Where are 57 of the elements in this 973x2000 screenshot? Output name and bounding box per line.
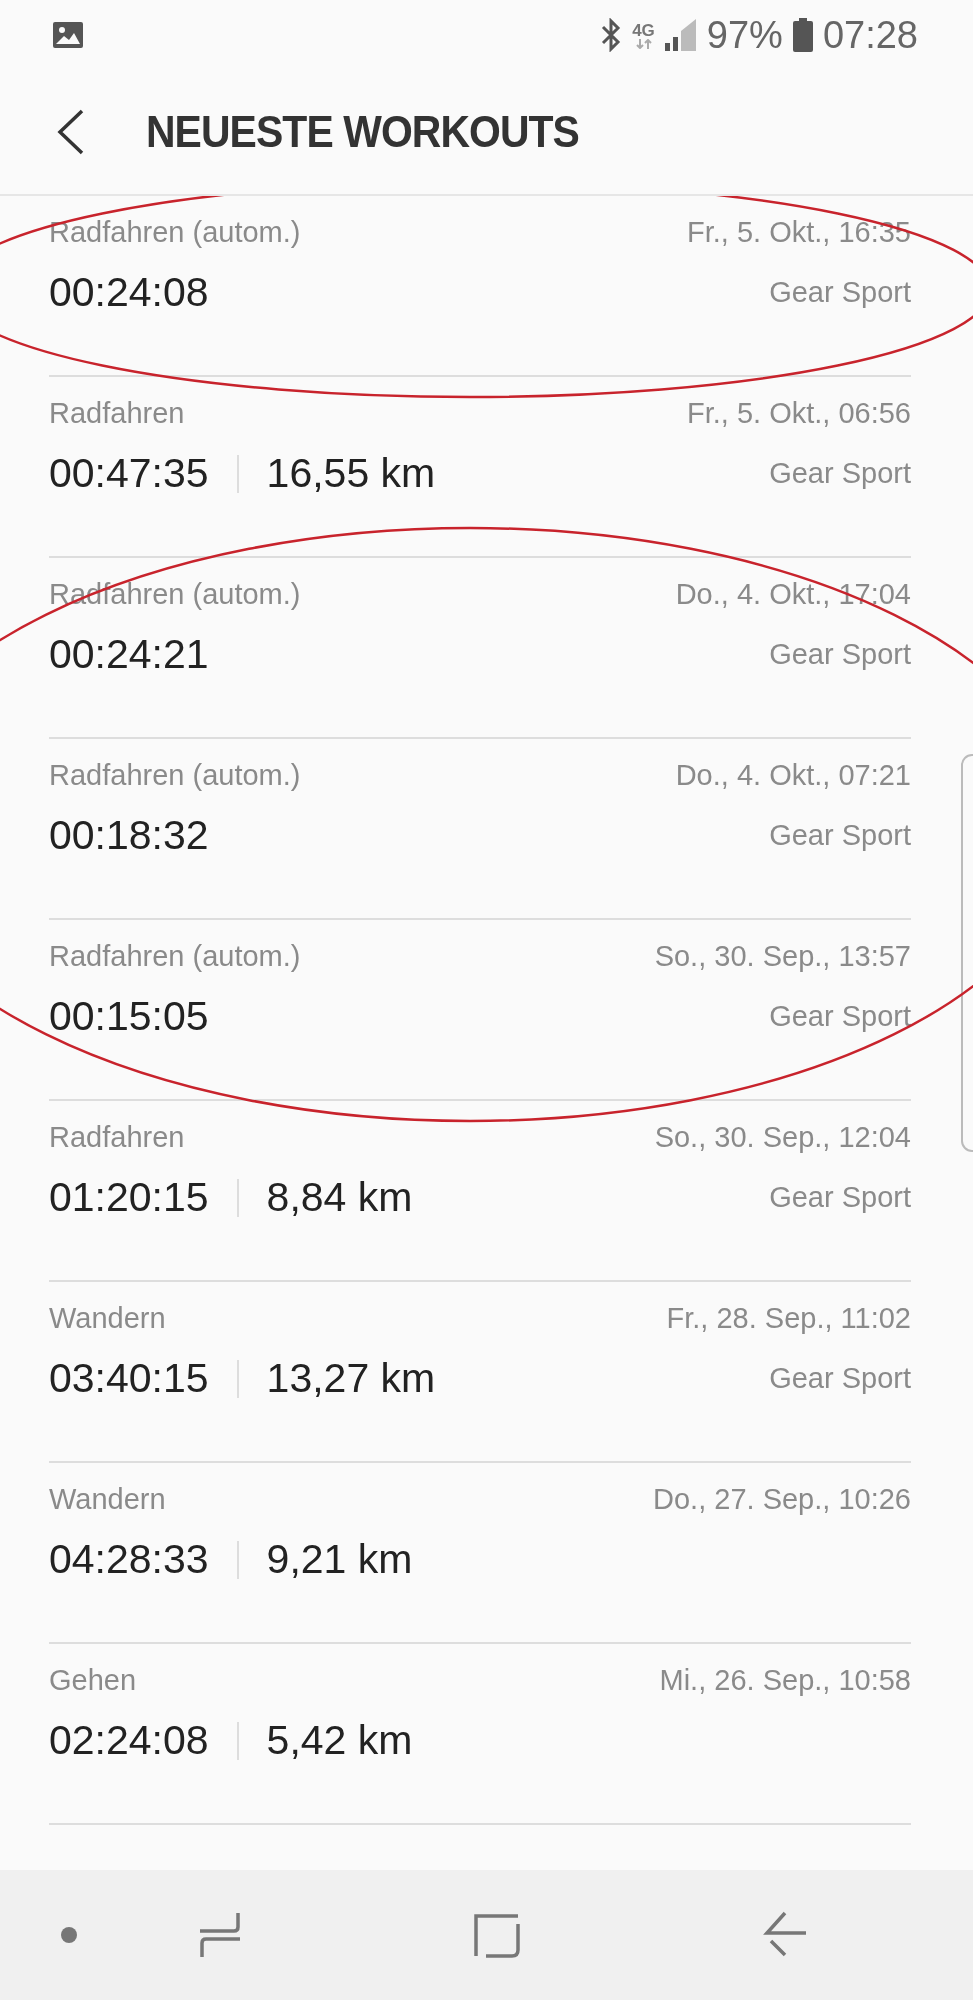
workout-date: Do., 27. Sep., 10:26 xyxy=(653,1483,911,1516)
device-name: Gear Sport xyxy=(768,638,911,671)
device-name: Gear Sport xyxy=(768,276,911,309)
gallery-icon xyxy=(52,21,84,49)
workout-row[interactable]: Radfahren So., 30. Sep., 12:04 01:20:15 8,84 km Gear Sport xyxy=(49,1101,911,1282)
workout-duration: 01:20:15 xyxy=(49,1174,209,1221)
device-name: Gear Sport xyxy=(768,1181,911,1214)
workout-row[interactable]: Radfahren (autom.) Do., 4. Okt., 07:21 00:18:32 Gear Sport xyxy=(49,739,911,920)
activity-name: Gehen xyxy=(49,1664,138,1697)
device-name: Gear Sport xyxy=(768,457,911,490)
workout-date: Fr., 28. Sep., 11:02 xyxy=(666,1302,911,1335)
data-arrows-icon xyxy=(634,38,653,49)
workout-distance: 8,84 km xyxy=(266,1174,413,1221)
workout-date: Do., 4. Okt., 17:04 xyxy=(675,578,911,611)
dot-button[interactable] xyxy=(60,1926,78,1944)
activity-name: Radfahren (autom.) xyxy=(49,940,302,973)
workout-duration: 00:24:21 xyxy=(49,631,209,678)
workout-date: Fr., 5. Okt., 06:56 xyxy=(686,397,911,430)
signal-icon xyxy=(664,19,697,51)
device-name: Gear Sport xyxy=(768,1362,911,1395)
activity-name: Radfahren xyxy=(49,1121,186,1154)
workout-row[interactable]: Radfahren (autom.) So., 30. Sep., 13:57 00:15:05 Gear Sport xyxy=(49,920,911,1101)
device-name: Gear Sport xyxy=(768,819,911,852)
workout-duration: 00:24:08 xyxy=(49,269,209,316)
workout-date: Mi., 26. Sep., 10:58 xyxy=(659,1664,911,1697)
workout-date: So., 30. Sep., 13:57 xyxy=(654,940,911,973)
workout-duration: 04:28:33 xyxy=(49,1536,209,1583)
bluetooth-icon xyxy=(600,18,623,52)
workout-duration: 02:24:08 xyxy=(49,1717,209,1764)
activity-name: Radfahren (autom.) xyxy=(49,216,302,249)
back-button[interactable] xyxy=(56,108,86,156)
workout-distance: 5,42 km xyxy=(266,1717,413,1764)
clock: 07:28 xyxy=(822,13,918,57)
workout-date: Do., 4. Okt., 07:21 xyxy=(675,759,911,792)
page-title: NEUESTE WORKOUTS xyxy=(146,107,579,157)
workout-row[interactable]: Wandern Do., 27. Sep., 10:26 04:28:33 9,21 km xyxy=(49,1463,911,1644)
workout-row[interactable]: Gehen Mi., 26. Sep., 10:58 02:24:08 5,42 km xyxy=(49,1644,911,1825)
workout-duration: 03:40:15 xyxy=(49,1355,209,1402)
battery-icon xyxy=(792,18,813,52)
battery-percent: 97% xyxy=(706,13,783,57)
workout-distance: 13,27 km xyxy=(266,1355,436,1402)
recent-apps-button[interactable] xyxy=(198,1911,242,1959)
workout-distance: 9,21 km xyxy=(266,1536,413,1583)
activity-name: Radfahren xyxy=(49,397,186,430)
workout-duration: 00:18:32 xyxy=(49,812,209,859)
workout-distance: 16,55 km xyxy=(266,450,436,497)
workout-duration: 00:15:05 xyxy=(49,993,209,1040)
device-name: Gear Sport xyxy=(768,1000,911,1033)
workout-date: So., 30. Sep., 12:04 xyxy=(654,1121,911,1154)
activity-name: Wandern xyxy=(49,1483,167,1516)
activity-name: Wandern xyxy=(49,1302,167,1335)
activity-name: Radfahren (autom.) xyxy=(49,759,302,792)
home-button[interactable] xyxy=(474,1912,520,1958)
network-type: 4G xyxy=(632,21,655,39)
workout-row[interactable]: Radfahren Fr., 5. Okt., 06:56 00:47:35 16,55 km Gear Sport xyxy=(49,377,911,558)
workout-row[interactable]: Wandern Fr., 28. Sep., 11:02 03:40:15 13,27 km Gear Sport xyxy=(49,1282,911,1463)
workout-duration: 00:47:35 xyxy=(49,450,209,497)
